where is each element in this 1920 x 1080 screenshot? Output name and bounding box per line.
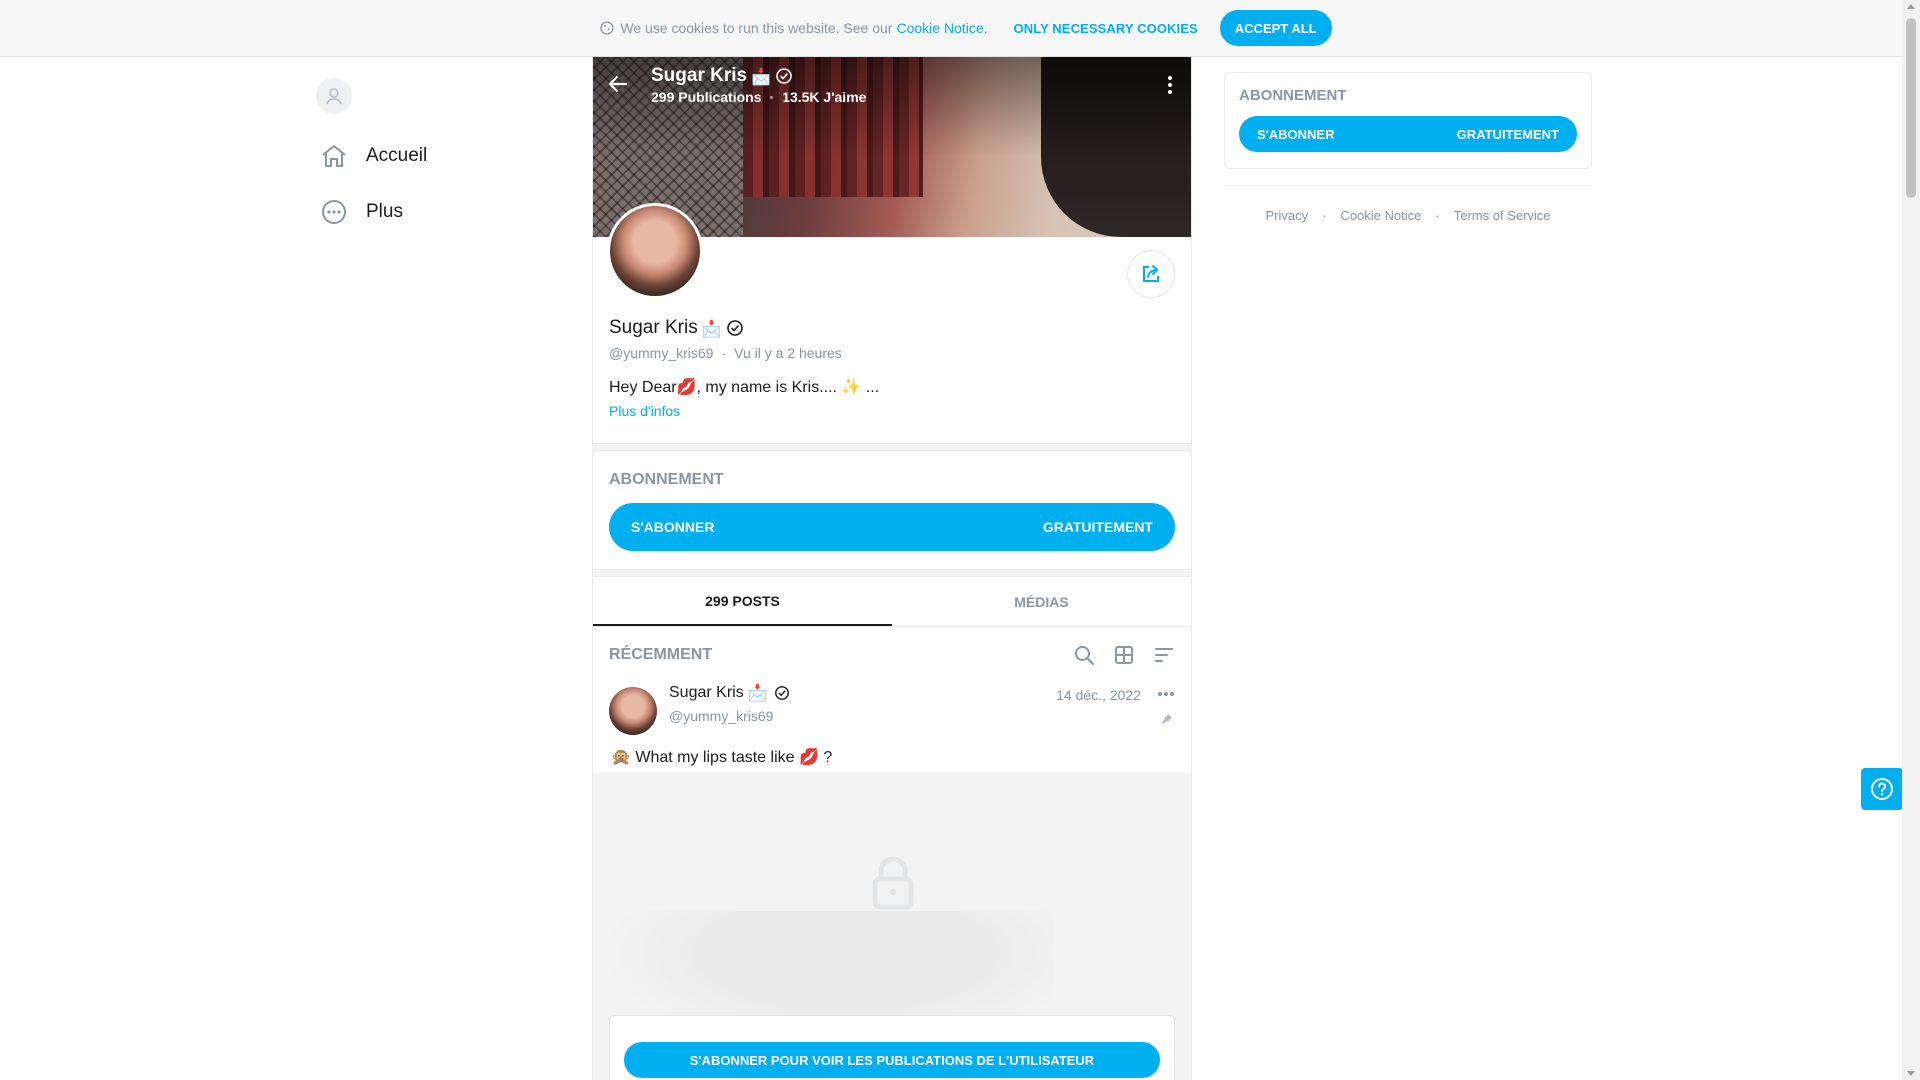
accept-all-cookies-button[interactable]: ACCEPT ALL	[1219, 10, 1332, 46]
scroll-down-arrow[interactable]	[1907, 1071, 1915, 1076]
footer-links: Privacy · Cookie Notice · Terms of Servi…	[1224, 208, 1592, 223]
back-button[interactable]	[607, 73, 635, 101]
grid-view-icon[interactable]	[1113, 644, 1135, 666]
post-author-avatar[interactable]	[609, 687, 657, 735]
subscribe-button[interactable]: S'ABONNER GRATUITEMENT	[609, 503, 1175, 551]
post-more-button[interactable]	[1157, 691, 1175, 697]
publications-count: 299 Publications	[651, 89, 762, 105]
sidebar-item-more[interactable]: Plus	[316, 184, 516, 240]
post-author-block: Sugar Kris 📩 @yummy_kris69	[669, 683, 790, 741]
profile-main-column: Sugar Kris 📩 299 Publications · 13.5K J'ai…	[592, 57, 1192, 1080]
right-subscription-card: ABONNEMENT S'ABONNER GRATUITEMENT	[1224, 72, 1592, 169]
sidebar-item-label: Plus	[366, 201, 403, 222]
cover-header: Sugar Kris 📩 299 Publications · 13.5K J'ai…	[593, 57, 1191, 113]
right-subscribe-label: S'ABONNER	[1257, 126, 1335, 142]
profile-handle: @yummy_kris69	[609, 345, 714, 361]
more-info-link[interactable]: Plus d'infos	[609, 403, 680, 419]
right-sidebar: ABONNEMENT S'ABONNER GRATUITEMENT Privac…	[1224, 72, 1592, 223]
cookie-icon	[600, 21, 615, 35]
likes-count: 13.5K J'aime	[782, 89, 867, 105]
privacy-link[interactable]: Privacy	[1265, 208, 1308, 223]
envelope-icon: 📩	[701, 318, 722, 338]
locked-post-card: S'ABONNER POUR VOIR LES PUBLICATIONS DE …	[609, 1015, 1175, 1080]
sidebar-item-home[interactable]: Accueil	[316, 128, 516, 184]
post-date: 14 déc., 2022	[1056, 687, 1141, 703]
cookie-message-row: We use cookies to run this website. See …	[600, 10, 1332, 46]
post-header: Sugar Kris 📩 @yummy_kris69 14 déc., 2022	[593, 683, 1191, 741]
envelope-icon: 📩	[751, 66, 772, 86]
profile-tabs: 299 POSTS MÉDIAS	[593, 577, 1191, 627]
lock-icon	[872, 856, 914, 910]
more-circle-icon	[316, 198, 352, 226]
pin-icon	[1161, 713, 1173, 725]
share-button[interactable]	[1127, 250, 1175, 298]
cover-name-text: Sugar Kris	[651, 65, 748, 86]
sidebar-item-label: Accueil	[366, 145, 428, 166]
vertical-dots-icon	[1168, 76, 1172, 94]
search-icon[interactable]	[1073, 644, 1095, 666]
verified-icon	[774, 685, 789, 700]
post-author-handle: @yummy_kris69	[669, 708, 774, 724]
cover-image: Sugar Kris 📩 299 Publications · 13.5K J'ai…	[593, 57, 1191, 237]
terms-link[interactable]: Terms of Service	[1454, 208, 1551, 223]
scroll-thumb[interactable]	[1906, 18, 1916, 198]
section-divider	[593, 569, 1191, 577]
cover-title-block: Sugar Kris 📩 299 Publications · 13.5K J'ai…	[651, 65, 866, 105]
profile-header: Sugar Kris 📩 @yummy_kris69 · Vu il y a 2 h…	[593, 203, 1191, 443]
verified-icon	[776, 68, 792, 84]
left-sidebar: Accueil Plus	[316, 78, 516, 240]
page-scrollbar[interactable]	[1902, 0, 1920, 1080]
profile-name-text: Sugar Kris	[609, 317, 698, 338]
right-subscribe-button[interactable]: S'ABONNER GRATUITEMENT	[1239, 116, 1577, 152]
footer-separator: ·	[1435, 208, 1440, 223]
subscribe-price: GRATUITEMENT	[1042, 519, 1153, 535]
right-divider	[1224, 185, 1592, 186]
help-icon	[1871, 778, 1893, 800]
cover-stats: 299 Publications · 13.5K J'aime	[651, 89, 867, 105]
home-icon	[316, 143, 352, 169]
cover-name: Sugar Kris 📩	[651, 65, 866, 87]
profile-handle-row: @yummy_kris69 · Vu il y a 2 heures	[609, 345, 842, 361]
post-text: 🙊 What my lips taste like 💋 ?	[611, 749, 833, 766]
post-author-name[interactable]: Sugar Kris 📩	[669, 683, 790, 702]
post-author-name-text: Sugar Kris	[669, 683, 744, 701]
feed-title: RÉCEMMENT	[609, 646, 713, 663]
locked-post-media: S'ABONNER POUR VOIR LES PUBLICATIONS DE …	[593, 773, 1191, 1080]
right-subscribe-price: GRATUITEMENT	[1456, 126, 1559, 142]
feed-tools	[1073, 644, 1175, 666]
section-divider	[593, 443, 1191, 451]
cookie-notice-footer-link[interactable]: Cookie Notice	[1340, 208, 1421, 223]
profile-avatar[interactable]	[607, 203, 703, 299]
tab-media[interactable]: MÉDIAS	[892, 577, 1191, 626]
help-button[interactable]	[1861, 768, 1903, 810]
profile-bio: Hey Dear💋, my name is Kris.... ✨ ...	[609, 379, 880, 396]
cookie-message: We use cookies to run this website. See …	[620, 20, 893, 36]
envelope-icon: 📩	[747, 683, 768, 702]
share-icon	[1143, 265, 1159, 282]
subscribe-to-see-posts-button[interactable]: S'ABONNER POUR VOIR LES PUBLICATIONS DE …	[624, 1042, 1160, 1078]
user-icon	[326, 88, 342, 105]
last-seen: Vu il y a 2 heures	[734, 345, 842, 361]
sort-icon[interactable]	[1153, 644, 1175, 666]
scroll-up-arrow[interactable]	[1907, 4, 1915, 9]
only-necessary-cookies-button[interactable]: ONLY NECESSARY COOKIES	[1014, 21, 1198, 36]
subscribe-label: S'ABONNER	[631, 519, 715, 535]
user-avatar[interactable]	[316, 78, 352, 114]
tab-posts[interactable]: 299 POSTS	[593, 577, 892, 626]
profile-name: Sugar Kris 📩	[609, 317, 744, 339]
feed-toolbar: RÉCEMMENT	[593, 627, 1191, 683]
subscription-title: ABONNEMENT	[609, 471, 724, 488]
subscription-section: ABONNEMENT S'ABONNER GRATUITEMENT	[593, 451, 1191, 569]
horizontal-dots-icon	[1158, 692, 1174, 696]
arrow-left-icon	[608, 75, 628, 93]
cover-more-button[interactable]	[1167, 75, 1173, 95]
cookie-banner: We use cookies to run this website. See …	[0, 0, 1902, 57]
verified-icon	[726, 320, 743, 336]
footer-separator: ·	[1322, 208, 1327, 223]
cookie-notice-link[interactable]: Cookie Notice.	[896, 20, 987, 36]
right-subscription-title: ABONNEMENT	[1239, 87, 1347, 104]
